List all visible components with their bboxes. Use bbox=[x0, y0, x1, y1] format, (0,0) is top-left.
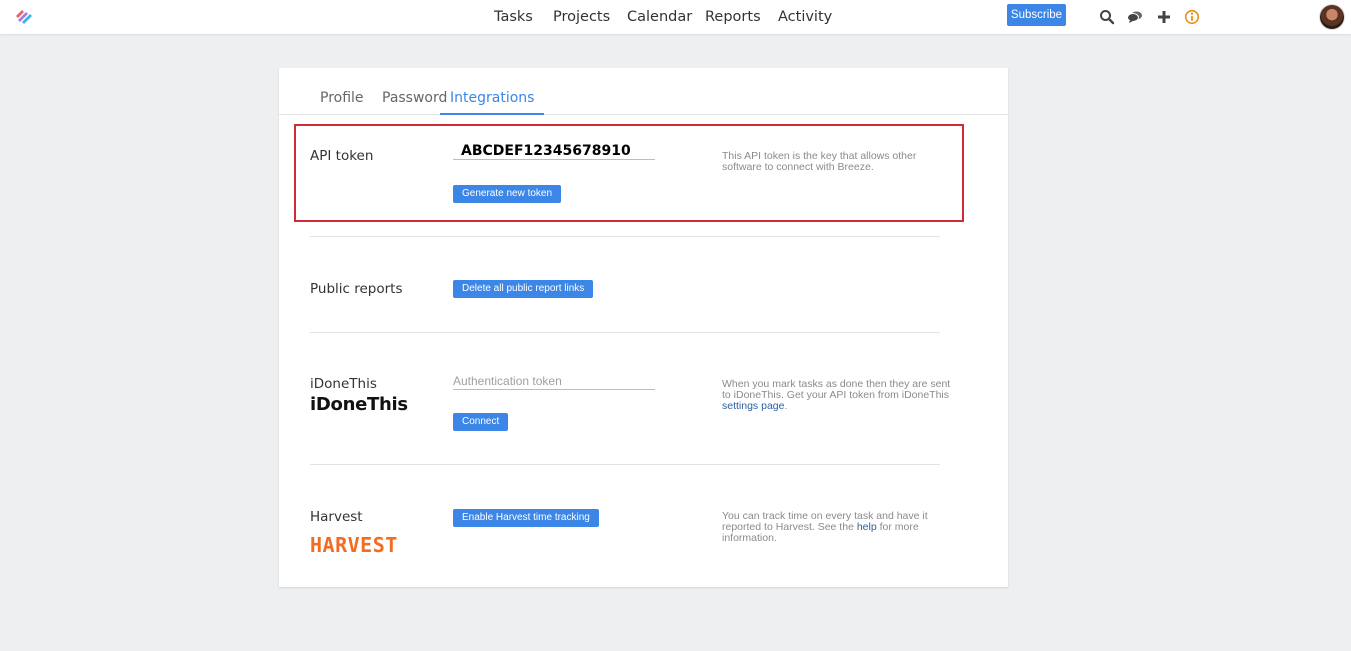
settings-card: Profile Password Integrations API token … bbox=[279, 68, 1008, 587]
tab-profile[interactable]: Profile bbox=[320, 90, 364, 113]
enable-harvest-time-tracking-button[interactable]: Enable Harvest time tracking bbox=[453, 509, 599, 527]
nav-activity[interactable]: Activity bbox=[778, 9, 832, 25]
section-divider bbox=[310, 332, 940, 333]
delete-public-report-links-button[interactable]: Delete all public report links bbox=[453, 280, 594, 298]
api-token-highlight-box bbox=[294, 124, 964, 222]
idonethis-description: When you mark tasks as done then they ar… bbox=[722, 379, 952, 412]
help-link[interactable]: help bbox=[857, 521, 877, 533]
idonethis-connect-button[interactable]: Connect bbox=[453, 413, 509, 431]
nav-tasks[interactable]: Tasks bbox=[494, 9, 533, 25]
authentication-token-input[interactable] bbox=[453, 373, 655, 390]
section-divider bbox=[310, 464, 940, 465]
tab-password[interactable]: Password bbox=[382, 90, 447, 113]
harvest-logo: HARVEST bbox=[310, 533, 398, 557]
api-token-value[interactable]: ABCDEF12345678910 bbox=[453, 142, 655, 160]
api-token-label: API token bbox=[310, 148, 374, 164]
plus-icon[interactable] bbox=[1156, 9, 1172, 25]
top-nav-bar: Tasks Projects Calendar Reports Activity… bbox=[0, 0, 1351, 34]
settings-page-link[interactable]: settings page bbox=[722, 400, 784, 412]
search-icon[interactable] bbox=[1099, 9, 1115, 25]
tab-integrations[interactable]: Integrations bbox=[440, 90, 545, 115]
idonethis-label: iDoneThis bbox=[310, 376, 377, 392]
nav-calendar[interactable]: Calendar bbox=[627, 9, 692, 25]
nav-projects[interactable]: Projects bbox=[553, 9, 610, 25]
subscribe-button[interactable]: Subscribe bbox=[1007, 4, 1066, 26]
api-token-description: This API token is the key that allows ot… bbox=[722, 150, 917, 173]
idonethis-description-text: When you mark tasks as done then they ar… bbox=[722, 378, 951, 401]
harvest-label: Harvest bbox=[310, 509, 363, 525]
chat-icon[interactable] bbox=[1127, 9, 1143, 25]
idonethis-logo: iDoneThis bbox=[310, 394, 408, 415]
user-avatar[interactable] bbox=[1319, 4, 1345, 30]
public-reports-label: Public reports bbox=[310, 281, 403, 297]
harvest-description: You can track time on every task and hav… bbox=[722, 511, 952, 544]
generate-new-token-button[interactable]: Generate new token bbox=[453, 185, 562, 203]
main-nav: Tasks Projects Calendar Reports Activity bbox=[0, 0, 1351, 34]
section-divider bbox=[310, 236, 940, 237]
idonethis-description-end: . bbox=[784, 400, 788, 412]
nav-reports[interactable]: Reports bbox=[705, 9, 761, 25]
settings-tabs: Profile Password Integrations bbox=[279, 68, 1008, 115]
info-icon[interactable] bbox=[1184, 9, 1200, 25]
